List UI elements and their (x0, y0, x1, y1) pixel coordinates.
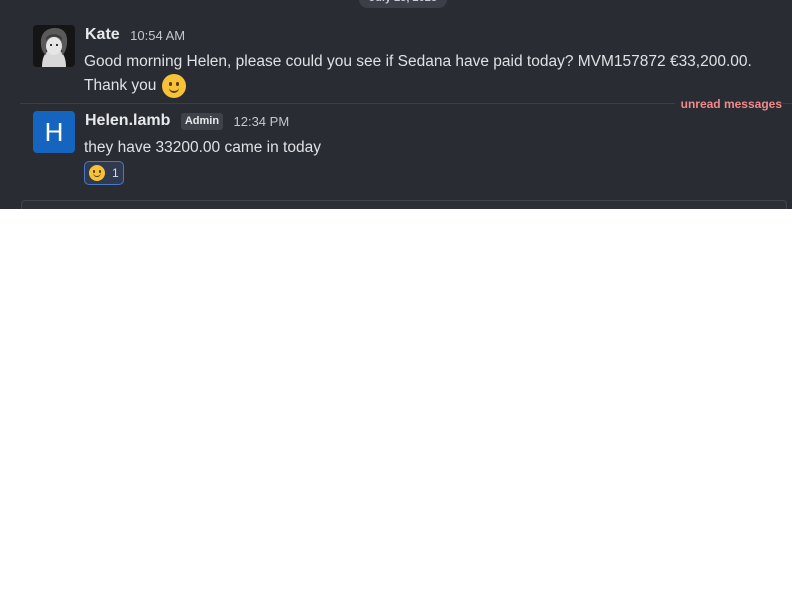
message-composer[interactable] (21, 200, 787, 209)
reaction-count: 1 (112, 166, 119, 180)
message-timestamp[interactable]: 12:34 PM (234, 114, 290, 129)
slightly-smiling-face-icon (162, 74, 187, 98)
role-badge: Admin (180, 112, 224, 130)
message-text-line: Thank you (84, 74, 784, 98)
message-header: Kate 10:54 AM (85, 26, 185, 46)
message-timestamp[interactable]: 10:54 AM (130, 28, 185, 43)
avatar[interactable]: H (33, 111, 75, 153)
message-body: Good morning Helen, please could you see… (84, 50, 784, 98)
slightly-smiling-face-icon (89, 165, 105, 181)
message-kate[interactable]: Kate 10:54 AM Good morning Helen, please… (0, 24, 792, 100)
message-body: they have 33200.00 came in today (84, 139, 321, 156)
chat-pane: July 25, 2023 Kate 10:54 AM Good morning… (0, 0, 792, 209)
author-name[interactable]: Kate (85, 26, 120, 44)
user-photo-icon (33, 25, 75, 67)
date-divider[interactable]: July 25, 2023 (359, 0, 447, 8)
unread-label: unread messages (674, 97, 782, 111)
avatar[interactable] (33, 25, 75, 67)
reaction-button[interactable]: 1 (84, 161, 124, 185)
message-header: Helen.lamb Admin 12:34 PM (85, 112, 289, 132)
author-name[interactable]: Helen.lamb (85, 112, 170, 130)
message-text-line: Good morning Helen, please could you see… (84, 53, 752, 70)
message-text-thanks: Thank you (84, 77, 157, 95)
message-helen[interactable]: H Helen.lamb Admin 12:34 PM they have 33… (0, 110, 792, 190)
